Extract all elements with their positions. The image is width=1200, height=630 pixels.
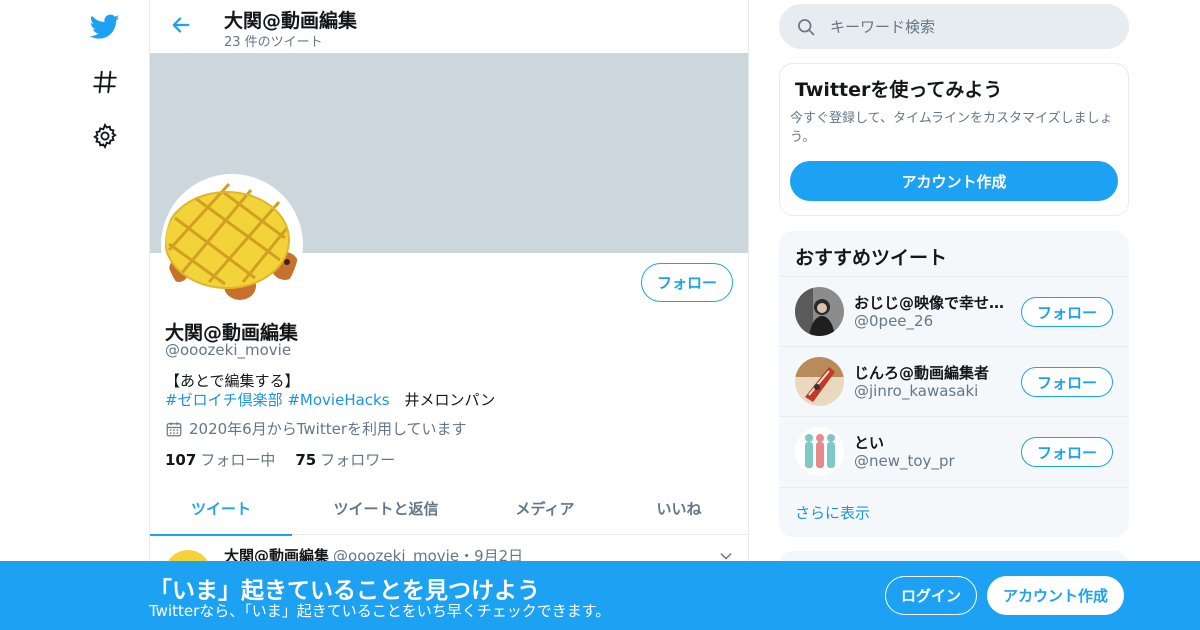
recommended-user-name: とい <box>854 434 885 452</box>
followers-link[interactable]: 75 フォロワー <box>295 449 395 470</box>
back-arrow-icon[interactable] <box>166 10 196 40</box>
recommended-user-handle: @0pee_26 <box>854 312 934 330</box>
followers-label: フォロワー <box>320 451 396 469</box>
login-button[interactable]: ログイン <box>885 576 977 615</box>
profile-bio-line1: 【あとで編集する】 <box>165 372 300 390</box>
signup-card-text: 今すぐ登録して、タイムラインをカスタマイズしましょう。 <box>790 111 1113 145</box>
recommended-user[interactable]: おじじ@映像で幸せを届けた… @0pee_26 フォロー <box>779 276 1129 346</box>
follow-button[interactable]: フォロー <box>641 263 733 302</box>
hashtag-link[interactable]: #MovieHacks <box>287 391 389 409</box>
gear-icon[interactable] <box>86 117 124 155</box>
followers-count: 75 <box>295 451 317 469</box>
avatar[interactable] <box>795 287 844 336</box>
profile-header-bar: 大関@動画編集 23 件のツイート <box>150 0 748 53</box>
twitter-logo-icon[interactable] <box>86 8 124 46</box>
join-date-text: 2020年6月からTwitterを利用しています <box>189 420 467 438</box>
tab-media[interactable]: メディア <box>480 482 610 535</box>
profile-bio-line2: #ゼロイチ倶楽部 #MovieHacks 井メロンパン <box>165 389 495 410</box>
melon-pan-turtle-image <box>165 182 299 300</box>
signup-banner-subtitle: Twitterなら、「いま」起きていることをいち早くチェックできます。 <box>149 602 611 620</box>
hashtag-link[interactable]: #ゼロイチ倶楽部 <box>165 391 283 409</box>
profile-avatar[interactable] <box>161 174 303 316</box>
recommended-user-name: おじじ@映像で幸せを届けた… <box>854 294 1009 312</box>
signup-card-title: Twitterを使ってみよう <box>795 79 1003 101</box>
bio-text: 井メロンパン <box>389 391 496 409</box>
hashtag-icon[interactable] <box>86 63 124 101</box>
following-label: フォロー中 <box>200 451 276 469</box>
recommended-user[interactable]: じんろ@動画編集者 @jinro_kawasaki フォロー <box>779 346 1129 416</box>
avatar[interactable] <box>795 427 844 476</box>
tweet-count: 23 件のツイート <box>224 35 323 50</box>
join-date: 2020年6月からTwitterを利用しています <box>165 418 467 439</box>
signup-button[interactable]: アカウント作成 <box>987 576 1124 615</box>
signup-banner: 「いま」起きていることを見つけよう Twitterなら、「いま」起きていることを… <box>0 561 1200 630</box>
recommended-title: おすすめツイート <box>795 247 948 269</box>
following-count: 107 <box>165 451 197 469</box>
show-more-link[interactable]: さらに表示 <box>795 502 870 523</box>
following-link[interactable]: 107 フォロー中 <box>165 449 275 470</box>
search-input[interactable] <box>830 17 1110 36</box>
calendar-icon <box>166 421 182 436</box>
left-nav <box>80 0 130 630</box>
recommended-user[interactable]: とい @new_toy_pr フォロー <box>779 416 1129 486</box>
profile-column: 大関@動画編集 23 件のツイート フォロー 大関@動画編集 @ooozeki_… <box>149 0 749 630</box>
recommended-tweets-card: おすすめツイート おじじ@映像で幸せを届けた… @0pee_26 フォロー じん… <box>779 231 1129 537</box>
profile-handle: @ooozeki_movie <box>165 341 292 359</box>
recommended-user-name: じんろ@動画編集者 <box>854 364 990 382</box>
tab-likes[interactable]: いいね <box>610 482 748 535</box>
show-more: さらに表示 <box>779 487 1129 537</box>
signup-card: Twitterを使ってみよう 今すぐ登録して、タイムラインをカスタマイズしましょ… <box>779 63 1129 216</box>
recommended-user-handle: @jinro_kawasaki <box>854 382 979 400</box>
recommended-user-handle: @new_toy_pr <box>854 452 955 470</box>
follow-button[interactable]: フォロー <box>1021 297 1113 327</box>
avatar[interactable] <box>795 357 844 406</box>
follow-stats: 107 フォロー中 75 フォロワー <box>165 449 415 470</box>
tab-tweets-and-replies[interactable]: ツイートと返信 <box>292 482 480 535</box>
search-icon <box>798 18 815 35</box>
page: 大関@動画編集 23 件のツイート フォロー 大関@動画編集 @ooozeki_… <box>0 0 1200 630</box>
profile-tabs: ツイート ツイートと返信 メディア いいね <box>150 482 748 536</box>
follow-button[interactable]: フォロー <box>1021 437 1113 467</box>
follow-button[interactable]: フォロー <box>1021 367 1113 397</box>
header-title: 大関@動画編集 <box>224 10 358 32</box>
create-account-button[interactable]: アカウント作成 <box>790 161 1118 201</box>
tab-tweets[interactable]: ツイート <box>150 482 292 536</box>
search-box[interactable] <box>779 4 1129 49</box>
